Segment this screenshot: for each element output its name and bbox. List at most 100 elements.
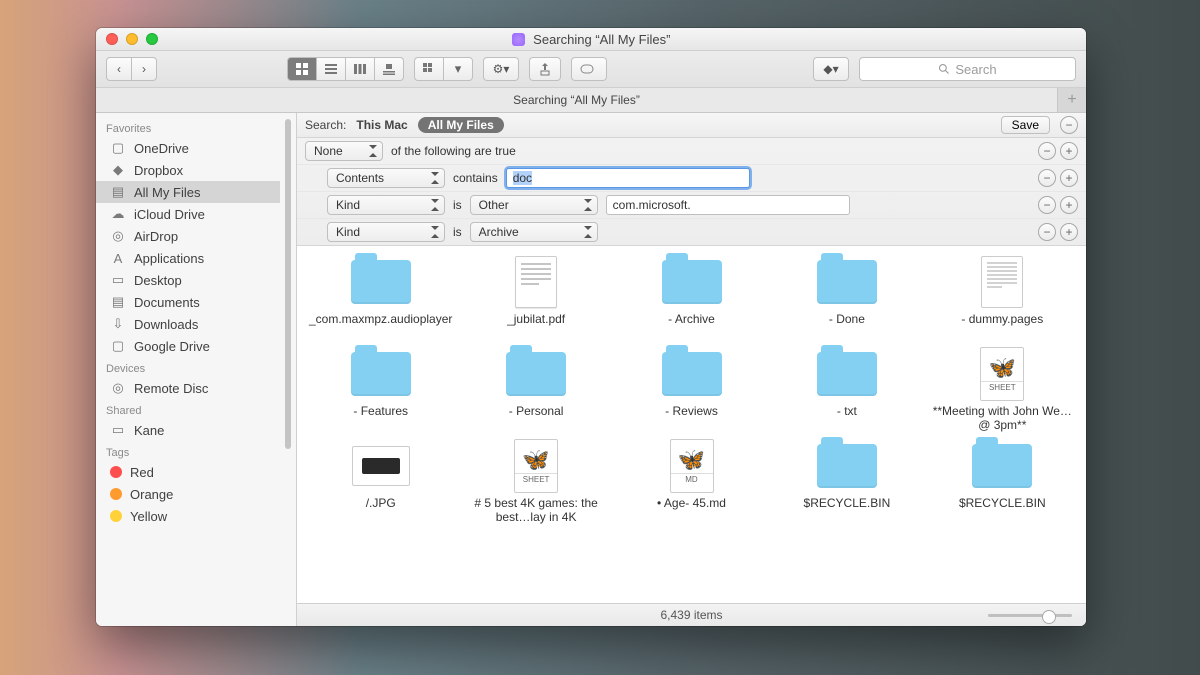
- scope-all-my-files[interactable]: All My Files: [418, 117, 504, 133]
- criterion-1-field[interactable]: Contents: [327, 168, 445, 188]
- desktop-icon: ▭: [110, 272, 126, 288]
- sidebar-item-onedrive[interactable]: ▢ OneDrive: [96, 137, 280, 159]
- criterion-2-remove-button[interactable]: −: [1038, 196, 1056, 214]
- sidebar-item-label: Applications: [134, 251, 204, 266]
- file-item[interactable]: $RECYCLE.BIN: [927, 440, 1078, 526]
- tag-dot-red-icon: [110, 466, 122, 478]
- criterion-3-value-kind[interactable]: Archive: [470, 222, 598, 242]
- criterion-3-remove-button[interactable]: −: [1038, 223, 1056, 241]
- criterion-0-matcher[interactable]: None: [305, 141, 383, 161]
- back-button[interactable]: ‹: [106, 57, 131, 81]
- icon-zoom-slider[interactable]: [988, 610, 1072, 620]
- criterion-2-verb: is: [453, 198, 462, 212]
- sidebar-item-remote-disc[interactable]: ◎ Remote Disc: [96, 377, 280, 399]
- criterion-2-value-kind[interactable]: Other: [470, 195, 598, 215]
- sidebar-item-airdrop[interactable]: ◎ AirDrop: [96, 225, 280, 247]
- sidebar-item-googledrive[interactable]: ▢ Google Drive: [96, 335, 280, 357]
- titlebar[interactable]: Searching “All My Files”: [96, 28, 1086, 51]
- gear-icon: ⚙▾: [493, 62, 510, 76]
- file-item[interactable]: $RECYCLE.BIN: [771, 440, 922, 526]
- view-icon-button[interactable]: [287, 57, 317, 81]
- tags-button[interactable]: [571, 57, 607, 81]
- sidebar: Favorites ▢ OneDrive ◆ Dropbox ▤ All My …: [96, 113, 297, 626]
- sidebar-item-icloud[interactable]: ☁ iCloud Drive: [96, 203, 280, 225]
- share-button[interactable]: [529, 57, 561, 81]
- window-title-text: Searching “All My Files”: [533, 32, 670, 47]
- file-item-label: • Age- 45.md: [653, 496, 730, 526]
- file-item[interactable]: _com.maxmpz.audioplayer: [305, 256, 456, 342]
- file-item[interactable]: - Archive: [616, 256, 767, 342]
- criterion-3-add-button[interactable]: +: [1060, 223, 1078, 241]
- smart-folder-icon: [512, 33, 525, 46]
- sidebar-item-downloads[interactable]: ⇩ Downloads: [96, 313, 280, 335]
- tag-dot-orange-icon: [110, 488, 122, 500]
- tab-searching[interactable]: Searching “All My Files”: [96, 88, 1058, 112]
- file-item[interactable]: /.JPG: [305, 440, 456, 526]
- remove-root-criterion-button[interactable]: −: [1060, 116, 1078, 134]
- scope-this-mac[interactable]: This Mac: [356, 118, 407, 132]
- sidebar-tag-red[interactable]: Red: [96, 461, 280, 483]
- search-header: Search: This Mac All My Files Save −: [297, 113, 1086, 138]
- forward-button[interactable]: ›: [131, 57, 157, 81]
- file-item[interactable]: _jubilat.pdf: [460, 256, 611, 342]
- file-item[interactable]: - txt: [771, 348, 922, 434]
- file-item-label: # 5 best 4K games: the best…lay in 4K: [460, 496, 611, 526]
- view-list-button[interactable]: [317, 57, 346, 81]
- file-item[interactable]: 🦋MD• Age- 45.md: [616, 440, 767, 526]
- sidebar-item-all-my-files[interactable]: ▤ All My Files: [96, 181, 280, 203]
- computer-icon: ▭: [110, 422, 126, 438]
- save-button[interactable]: Save: [1001, 116, 1050, 134]
- criterion-3-field[interactable]: Kind: [327, 222, 445, 242]
- sidebar-tag-orange[interactable]: Orange: [96, 483, 280, 505]
- sidebar-tag-yellow[interactable]: Yellow: [96, 505, 280, 527]
- file-item[interactable]: - Done: [771, 256, 922, 342]
- folder-icon: [817, 444, 877, 488]
- criterion-0-add-button[interactable]: +: [1060, 142, 1078, 160]
- plus-icon: +: [1067, 91, 1076, 109]
- tab-new-button[interactable]: +: [1058, 88, 1086, 112]
- criterion-1-remove-button[interactable]: −: [1038, 169, 1056, 187]
- list-view-icon: [324, 62, 338, 76]
- file-item[interactable]: - dummy.pages: [927, 256, 1078, 342]
- file-item[interactable]: 🦋SHEET# 5 best 4K games: the best…lay in…: [460, 440, 611, 526]
- file-item[interactable]: 🦋SHEET**Meeting with John We…@ 3pm**: [927, 348, 1078, 434]
- share-icon: [538, 62, 552, 76]
- arrange-button[interactable]: ▾: [414, 57, 473, 81]
- criterion-2-add-button[interactable]: +: [1060, 196, 1078, 214]
- all-my-files-icon: ▤: [110, 184, 126, 200]
- action-button[interactable]: ⚙▾: [483, 57, 519, 81]
- file-item-label: /.JPG: [362, 496, 400, 526]
- file-item-label: - dummy.pages: [957, 312, 1047, 342]
- sidebar-scrollbar[interactable]: [280, 113, 296, 626]
- criterion-2-value-input[interactable]: com.microsoft.: [606, 195, 850, 215]
- shared-header: Shared: [96, 399, 280, 419]
- search-input[interactable]: Search: [859, 57, 1076, 81]
- criterion-1-add-button[interactable]: +: [1060, 169, 1078, 187]
- view-columns-button[interactable]: [346, 57, 375, 81]
- criterion-1-value-input[interactable]: doc: [506, 168, 750, 188]
- file-item[interactable]: - Reviews: [616, 348, 767, 434]
- file-grid[interactable]: _com.maxmpz.audioplayer_jubilat.pdf- Arc…: [297, 246, 1086, 603]
- sidebar-item-dropbox[interactable]: ◆ Dropbox: [96, 159, 280, 181]
- file-item[interactable]: - Personal: [460, 348, 611, 434]
- criterion-0-remove-button[interactable]: −: [1038, 142, 1056, 160]
- file-item-label: - Personal: [505, 404, 568, 434]
- criterion-2-field[interactable]: Kind: [327, 195, 445, 215]
- view-coverflow-button[interactable]: [375, 57, 404, 81]
- sidebar-item-shared-kane[interactable]: ▭ Kane: [96, 419, 280, 441]
- search-label: Search:: [305, 118, 346, 132]
- sidebar-item-applications[interactable]: A Applications: [96, 247, 280, 269]
- sidebar-item-documents[interactable]: ▤ Documents: [96, 291, 280, 313]
- file-item[interactable]: - Features: [305, 348, 456, 434]
- dropbox-icon: ◆: [110, 162, 126, 178]
- slider-thumb[interactable]: [1042, 610, 1056, 624]
- dropbox-icon: ◆▾: [823, 62, 838, 76]
- folder-icon: [662, 352, 722, 396]
- criteria-panel: None of the following are true − + Conte…: [297, 138, 1086, 246]
- scrollbar-thumb[interactable]: [285, 119, 291, 449]
- butterfly-icon: 🦋: [989, 357, 1016, 379]
- dropbox-button[interactable]: ◆▾: [813, 57, 849, 81]
- sidebar-item-desktop[interactable]: ▭ Desktop: [96, 269, 280, 291]
- folder-icon: ▢: [110, 140, 126, 156]
- file-item-label: - txt: [833, 404, 861, 434]
